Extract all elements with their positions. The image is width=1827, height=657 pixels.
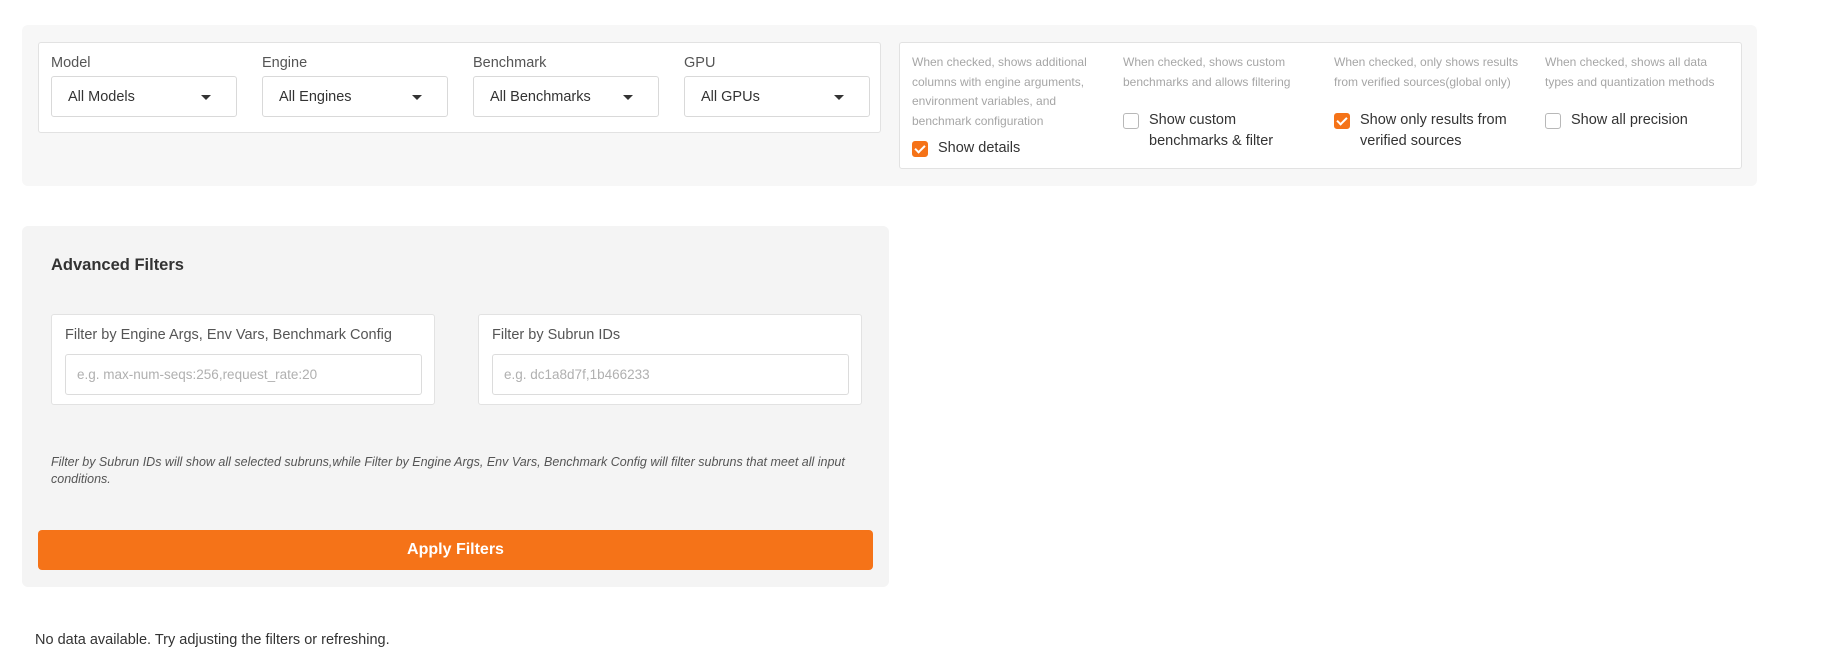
engine-args-label: Filter by Engine Args, Env Vars, Benchma… — [65, 327, 392, 343]
benchmark-label: Benchmark — [473, 55, 547, 71]
advanced-filters-note: Filter by Subrun IDs will show all selec… — [51, 455, 845, 486]
gpu-label: GPU — [684, 55, 716, 71]
engine-args-filter: Filter by Engine Args, Env Vars, Benchma… — [51, 314, 435, 405]
engine-label: Engine — [262, 55, 308, 71]
gpu-select-value: All GPUs — [701, 88, 760, 105]
benchmark-filter: Benchmark All Benchmarks — [473, 54, 659, 117]
show-details-checkbox[interactable]: Show details — [912, 140, 1021, 159]
checkbox-checked-icon[interactable] — [1334, 113, 1350, 129]
verified-only-label: Show only results from verified sources — [1360, 112, 1507, 149]
show-details-label: Show details — [938, 140, 1021, 156]
benchmark-select-value: All Benchmarks — [490, 88, 591, 105]
caret-down-icon — [412, 95, 422, 100]
checkbox-checked-icon[interactable] — [912, 141, 928, 157]
advanced-filters-title: Advanced Filters — [51, 256, 184, 274]
model-filter: Model All Models — [51, 54, 237, 117]
all-precision-checkbox[interactable]: Show all precision — [1545, 112, 1735, 131]
top-filter-panel: Model All Models Engine All Engines Benc… — [22, 25, 1757, 186]
subrun-label: Filter by Subrun IDs — [492, 327, 621, 343]
gpu-filter: GPU All GPUs — [684, 54, 870, 117]
display-options: When checked, shows additional columns w… — [899, 42, 1742, 169]
caret-down-icon — [201, 95, 211, 100]
caret-down-icon — [623, 95, 633, 100]
verified-only-description: When checked, only shows results from ve… — [1334, 55, 1519, 89]
show-custom-label: Show custom benchmarks & filter — [1149, 112, 1274, 149]
benchmark-select[interactable]: All Benchmarks — [473, 76, 659, 117]
apply-filters-button[interactable]: Apply Filters — [38, 530, 873, 570]
gpu-select[interactable]: All GPUs — [684, 76, 870, 117]
dropdown-filters: Model All Models Engine All Engines Benc… — [38, 42, 881, 133]
all-precision-label: Show all precision — [1571, 112, 1688, 128]
show-custom-description: When checked, shows custom benchmarks an… — [1123, 55, 1291, 89]
engine-args-input[interactable] — [65, 354, 422, 395]
empty-state-message: No data available. Try adjusting the fil… — [35, 632, 390, 648]
option-show-custom: When checked, shows custom benchmarks an… — [1123, 53, 1303, 92]
engine-filter: Engine All Engines — [262, 54, 448, 117]
model-select-value: All Models — [68, 88, 135, 105]
model-label: Model — [51, 55, 91, 71]
option-all-precision: When checked, shows all data types and q… — [1545, 53, 1735, 92]
checkbox-unchecked-icon[interactable] — [1123, 113, 1139, 129]
option-verified-only: When checked, only shows results from ve… — [1334, 53, 1524, 92]
checkbox-unchecked-icon[interactable] — [1545, 113, 1561, 129]
caret-down-icon — [834, 95, 844, 100]
model-select[interactable]: All Models — [51, 76, 237, 117]
verified-only-checkbox[interactable]: Show only results from verified sources — [1334, 112, 1524, 152]
engine-select-value: All Engines — [279, 88, 352, 105]
subrun-filter: Filter by Subrun IDs — [478, 314, 862, 405]
show-custom-checkbox[interactable]: Show custom benchmarks & filter — [1123, 112, 1303, 152]
all-precision-description: When checked, shows all data types and q… — [1545, 55, 1715, 89]
engine-select[interactable]: All Engines — [262, 76, 448, 117]
option-show-details: When checked, shows additional columns w… — [912, 53, 1092, 131]
subrun-input[interactable] — [492, 354, 849, 395]
show-details-description: When checked, shows additional columns w… — [912, 55, 1087, 128]
advanced-filters-panel: Advanced Filters Filter by Engine Args, … — [22, 226, 889, 587]
